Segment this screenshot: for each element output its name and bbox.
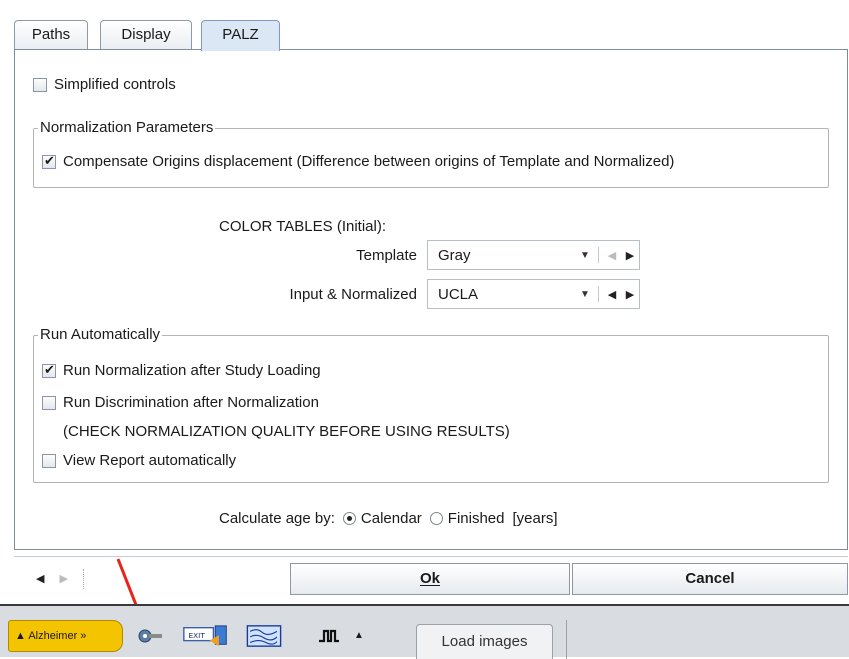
triangle-up-icon[interactable]: ▲ xyxy=(354,630,364,641)
finished-label: Finished xyxy=(447,510,505,527)
tab-display[interactable]: Display xyxy=(100,20,192,50)
checkbox-box[interactable] xyxy=(42,395,56,410)
tab-paths[interactable]: Paths xyxy=(14,20,88,50)
cancel-button[interactable]: Cancel xyxy=(572,563,848,595)
taskbar: ▲ Alzheimer » EXIT ▲ Load images xyxy=(0,604,849,659)
compensate-origins-label: Compensate Origins displacement (Differe… xyxy=(63,153,675,170)
checkbox-box[interactable] xyxy=(33,77,47,92)
finished-radio[interactable] xyxy=(429,512,443,525)
settings-tool-icon[interactable] xyxy=(135,624,165,648)
compensate-origins-checkbox[interactable]: Compensate Origins displacement (Differe… xyxy=(42,153,674,170)
dropdown-arrow-icon[interactable]: ▼ xyxy=(576,289,594,300)
triangle-up-icon: ▲ xyxy=(15,630,26,642)
next-arrow-icon[interactable]: ▶ xyxy=(621,288,639,301)
calculate-age-row: Calculate age by: Calendar Finished [yea… xyxy=(219,510,558,527)
normalization-quality-warning: (CHECK NORMALIZATION QUALITY BEFORE USIN… xyxy=(63,423,510,440)
calendar-radio[interactable] xyxy=(342,512,356,525)
tab-palz[interactable]: PALZ xyxy=(201,20,280,51)
dropdown-arrow-icon[interactable]: ▼ xyxy=(576,250,594,261)
run-automatically-group: Run Automatically Run Normalization afte… xyxy=(33,326,829,483)
divider xyxy=(598,286,599,302)
years-unit-label: [years] xyxy=(512,510,558,527)
alzheimer-module-button[interactable]: ▲ Alzheimer » xyxy=(8,620,123,652)
view-report-label: View Report automatically xyxy=(63,452,237,469)
calculate-age-label: Calculate age by: xyxy=(219,510,335,527)
view-report-checkbox[interactable]: View Report automatically xyxy=(42,452,236,469)
run-discrimination-checkbox[interactable]: Run Discrimination after Normalization xyxy=(42,394,319,411)
input-color-table-combo[interactable]: UCLA ▼ ◀ ▶ xyxy=(427,279,640,309)
previous-arrow-icon[interactable]: ◀ xyxy=(603,288,621,301)
ok-button[interactable]: Ok xyxy=(290,563,570,595)
simplified-controls-label: Simplified controls xyxy=(54,76,176,93)
simplified-controls-checkbox[interactable]: Simplified controls xyxy=(33,76,176,93)
run-normalization-label: Run Normalization after Study Loading xyxy=(63,362,321,379)
palz-settings-panel: Simplified controls Normalization Parame… xyxy=(14,49,848,550)
color-tables-heading: COLOR TABLES (Initial): xyxy=(219,218,386,235)
brain-map-icon[interactable] xyxy=(244,624,284,648)
divider xyxy=(83,569,85,589)
previous-arrow-icon: ◀ xyxy=(607,249,617,262)
divider xyxy=(566,620,567,659)
back-arrow-icon[interactable]: ◀ xyxy=(36,573,44,585)
alzheimer-label: Alzheimer » xyxy=(28,630,87,642)
next-arrow-icon[interactable]: ▶ xyxy=(621,249,639,262)
normalization-parameters-legend: Normalization Parameters xyxy=(38,119,216,136)
exit-icon[interactable]: EXIT xyxy=(180,624,232,648)
run-automatically-legend: Run Automatically xyxy=(38,326,163,343)
pulse-signal-icon[interactable] xyxy=(318,624,340,648)
template-label: Template xyxy=(356,247,417,264)
template-color-value: Gray xyxy=(438,246,471,264)
checkbox-box[interactable] xyxy=(42,153,56,169)
template-color-table-combo[interactable]: Gray ▼ ◀ ▶ xyxy=(427,240,640,270)
divider xyxy=(598,247,599,263)
forward-arrow-icon: ▶ xyxy=(59,572,68,585)
checkbox-box[interactable] xyxy=(42,453,56,468)
calendar-label: Calendar xyxy=(360,510,422,527)
run-normalization-checkbox[interactable]: Run Normalization after Study Loading xyxy=(42,362,321,379)
svg-text:EXIT: EXIT xyxy=(188,631,205,640)
input-color-value: UCLA xyxy=(438,285,479,303)
run-discrimination-label: Run Discrimination after Normalization xyxy=(63,394,319,411)
input-normalized-label: Input & Normalized xyxy=(289,286,417,303)
checkbox-box[interactable] xyxy=(42,362,56,378)
normalization-parameters-group: Normalization Parameters Compensate Orig… xyxy=(33,119,829,188)
load-images-button[interactable]: Load images xyxy=(416,624,553,659)
history-navigation: ◀ ▶ xyxy=(36,569,85,589)
